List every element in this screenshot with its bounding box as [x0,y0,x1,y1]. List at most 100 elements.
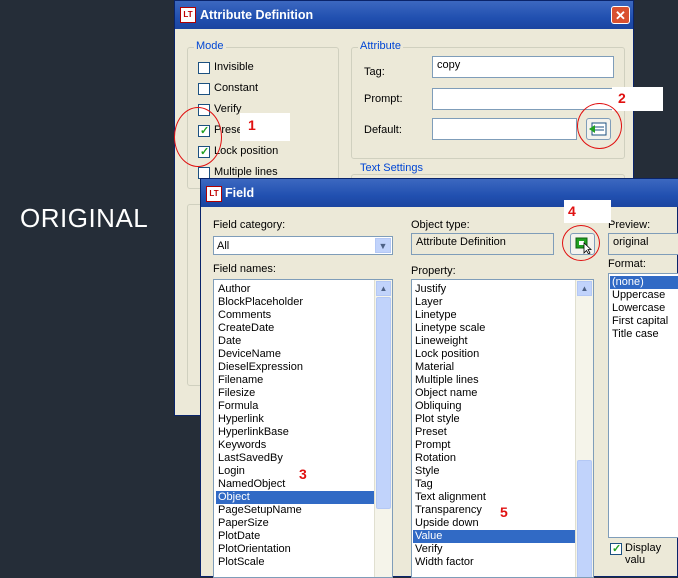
list-item[interactable]: Lineweight [413,335,576,348]
format-list[interactable]: (none) Uppercase Lowercase First capital Tit… [608,273,678,538]
list-item[interactable]: Style [413,465,576,478]
property-label: Property: [411,265,456,277]
list-item[interactable]: Text alignment [413,491,576,504]
list-item[interactable]: Preset [413,426,576,439]
list-item[interactable]: LastSavedBy [216,452,376,465]
list-item[interactable]: Filename [216,374,376,387]
annotation-2: 2 [618,90,626,106]
field-category-label: Field category: [213,219,286,231]
list-item[interactable]: PlotOrientation [216,543,376,556]
field-category-value: All [217,240,230,252]
annotation-4: 4 [568,203,576,219]
field-category-select[interactable]: All ▼ [213,236,393,255]
list-item[interactable]: PlotScale [216,556,376,569]
list-item[interactable]: (none) [610,276,678,289]
annotation-1-circle [174,107,222,167]
list-item[interactable]: PlotDate [216,530,376,543]
chevron-down-icon[interactable]: ▼ [375,238,391,253]
list-item[interactable]: Layer [413,296,576,309]
list-item[interactable]: CreateDate [216,322,376,335]
format-label: Format: [608,258,646,270]
tag-input[interactable]: copy [432,56,614,78]
list-item[interactable]: Prompt [413,439,576,452]
field-names-list[interactable]: Author BlockPlaceholder Comments CreateDate… [213,279,393,578]
scroll-thumb[interactable] [376,297,391,509]
list-item[interactable]: Comments [216,309,376,322]
default-input[interactable] [432,118,577,140]
list-item[interactable]: DieselExpression [216,361,376,374]
list-item[interactable]: Date [216,335,376,348]
list-item[interactable]: NamedObject [216,478,376,491]
list-item[interactable]: First capital [610,315,678,328]
scroll-up-icon[interactable]: ▲ [376,281,391,296]
close-icon: ✕ [615,8,626,23]
list-item[interactable]: Login [216,465,376,478]
invisible-label: Invisible [214,61,254,73]
mode-group-label: Mode [194,40,226,52]
field-names-label: Field names: [213,263,276,275]
text-settings-label: Text Settings [358,162,425,174]
list-item[interactable]: Linetype [413,309,576,322]
list-item[interactable]: Multiple lines [413,374,576,387]
attribute-definition-titlebar[interactable]: LT Attribute Definition ✕ [175,1,633,29]
list-item[interactable]: Lock position [413,348,576,361]
list-item[interactable]: Author [216,283,376,296]
list-item[interactable]: HyperlinkBase [216,426,376,439]
annotation-4-circle [562,225,600,261]
display-value-label: Display valu [625,542,662,566]
list-item[interactable]: Filesize [216,387,376,400]
list-item[interactable]: Tag [413,478,576,491]
list-item[interactable]: Object name [413,387,576,400]
field-names-scrollbar[interactable]: ▲ [374,280,392,577]
constant-checkbox[interactable] [198,83,210,95]
list-item[interactable]: Value [413,530,576,543]
list-item[interactable]: Object [216,491,376,504]
autocad-lt-icon: LT [180,7,196,23]
display-value-checkbox[interactable] [610,542,622,555]
autocad-lt-icon: LT [206,186,222,202]
list-item[interactable]: Upside down [413,517,576,530]
list-item[interactable]: Uppercase [610,289,678,302]
list-item[interactable]: Linetype scale [413,322,576,335]
scroll-up-icon[interactable]: ▲ [577,281,592,296]
list-item[interactable]: Verify [413,543,576,556]
list-item[interactable]: Title case [610,328,678,341]
format-items: (none) Uppercase Lowercase First capital Tit… [610,276,678,341]
list-item[interactable]: BlockPlaceholder [216,296,376,309]
prompt-label: Prompt: [364,93,403,105]
list-item[interactable]: Rotation [413,452,576,465]
list-item[interactable]: DeviceName [216,348,376,361]
list-item[interactable]: Material [413,361,576,374]
list-item[interactable]: Plot style [413,413,576,426]
list-item[interactable]: Lowercase [610,302,678,315]
constant-label: Constant [214,82,259,94]
annotation-5: 5 [500,504,508,520]
property-scrollbar[interactable]: ▲ [575,280,593,577]
list-item[interactable]: Keywords [216,439,376,452]
field-dialog: LT Field Field category: All ▼ Field nam… [200,178,678,578]
list-item[interactable]: Width factor [413,556,576,569]
invisible-checkbox[interactable] [198,62,210,74]
scroll-thumb[interactable] [577,460,592,577]
annotation-1: 1 [248,117,256,133]
object-type-field: Attribute Definition [411,233,554,255]
list-item[interactable]: Formula [216,400,376,413]
close-button[interactable]: ✕ [611,6,630,24]
attribute-group-label: Attribute [358,40,403,52]
attribute-definition-title: Attribute Definition [200,8,314,22]
list-item[interactable]: Transparency [413,504,576,517]
tag-label: Tag: [364,66,385,78]
list-item[interactable]: PageSetupName [216,504,376,517]
list-item[interactable]: Obliquing [413,400,576,413]
preview-label: Preview: [608,219,651,231]
list-item[interactable]: Justify [413,283,576,296]
list-item[interactable]: Hyperlink [216,413,376,426]
list-item[interactable]: PaperSize [216,517,376,530]
field-title: Field [225,186,255,200]
property-items: Justify Layer Linetype Linetype scale Linewe… [413,283,576,569]
property-list[interactable]: Justify Layer Linetype Linetype scale Linewe… [411,279,594,578]
object-type-label: Object type: [411,219,470,231]
multiple-lines-label: Multiple lines [214,166,278,178]
verify-label: Verify [214,103,242,115]
annotation-3: 3 [299,466,307,482]
